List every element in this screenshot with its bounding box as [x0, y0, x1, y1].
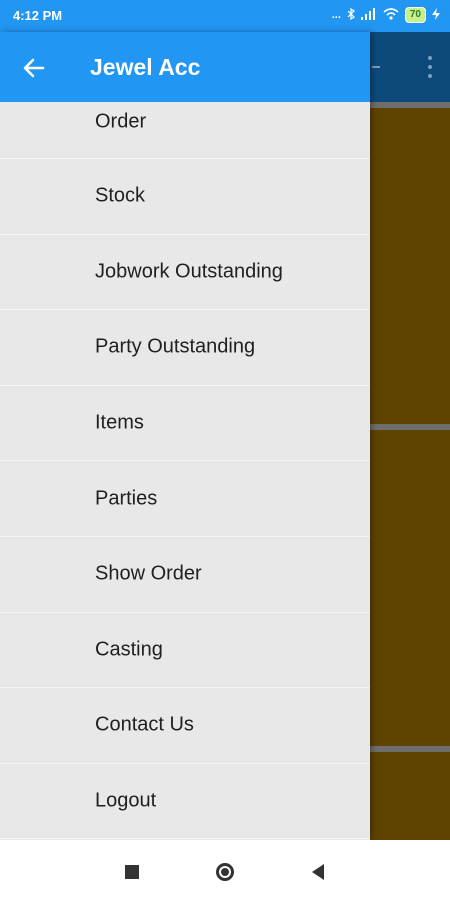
home-circle-icon[interactable] — [211, 858, 239, 886]
drawer-menu: Order Stock Jobwork Outstanding Party Ou… — [0, 102, 370, 840]
menu-item-casting[interactable]: Casting — [0, 613, 370, 689]
menu-item-label: Items — [95, 411, 144, 434]
signal-icon — [360, 7, 377, 23]
menu-item-stock[interactable]: Stock — [0, 159, 370, 235]
status-time: 4:12 PM — [13, 8, 63, 23]
status-bar: 4:12 PM ... 70 — [0, 0, 450, 32]
background-search-fragment — [372, 66, 380, 68]
system-nav-bar — [0, 840, 450, 900]
menu-item-party-outstanding[interactable]: Party Outstanding — [0, 310, 370, 386]
menu-item-label: Party Outstanding — [95, 335, 256, 358]
status-icons: ... 70 — [332, 7, 440, 23]
back-triangle-icon[interactable] — [304, 858, 332, 886]
drawer-header: Jewel Acc — [0, 32, 370, 102]
battery-icon: 70 — [404, 7, 426, 23]
bluetooth-icon — [347, 7, 355, 23]
menu-item-items[interactable]: Items — [0, 386, 370, 462]
menu-item-show-order[interactable]: Show Order — [0, 537, 370, 613]
recents-square-icon[interactable] — [118, 858, 146, 886]
navigation-drawer: Jewel Acc Order Stock Jobwork Outstandin… — [0, 32, 370, 840]
menu-item-label: Jobwork Outstanding — [95, 260, 283, 283]
wifi-icon — [383, 7, 399, 23]
menu-item-parties[interactable]: Parties — [0, 461, 370, 537]
overflow-menu-icon[interactable] — [428, 56, 434, 80]
back-arrow-icon[interactable] — [18, 52, 50, 84]
menu-item-label: Casting — [95, 638, 163, 661]
app-title: Jewel Acc — [90, 54, 201, 80]
menu-item-label: Parties — [95, 487, 158, 510]
menu-item-label: Contact Us — [95, 713, 194, 736]
menu-item-label: Show Order — [95, 562, 202, 585]
menu-item-order[interactable]: Order — [0, 102, 370, 159]
menu-item-logout[interactable]: Logout — [0, 764, 370, 840]
menu-item-label: Logout — [95, 789, 157, 812]
menu-item-label: Stock — [95, 184, 146, 207]
menu-item-label: Order — [95, 110, 147, 133]
notification-dots: ... — [331, 9, 341, 21]
menu-item-contact-us[interactable]: Contact Us — [0, 688, 370, 764]
charging-icon — [432, 7, 440, 23]
menu-item-jobwork-outstanding[interactable]: Jobwork Outstanding — [0, 235, 370, 311]
